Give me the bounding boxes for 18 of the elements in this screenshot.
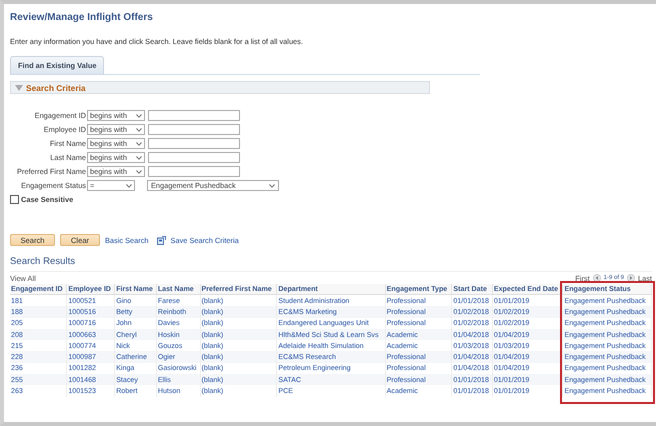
search-criteria-header[interactable]: Search Criteria — [10, 81, 430, 94]
input-field[interactable] — [148, 124, 240, 135]
dropdown-caret-icon — [136, 128, 142, 132]
dropdown-caret-icon — [136, 114, 142, 118]
dropdown-caret-icon — [136, 142, 142, 146]
page-title: Review/Manage Inflight Offers — [10, 12, 153, 23]
input-field[interactable] — [148, 138, 240, 149]
input-field[interactable] — [148, 110, 240, 121]
save-icon — [156, 236, 166, 244]
dropdown-caret-icon — [269, 184, 275, 188]
input-field[interactable] — [148, 152, 240, 163]
input-field[interactable] — [148, 166, 240, 177]
dropdown-caret-icon — [126, 184, 132, 188]
section-title: Search Results — [10, 256, 76, 267]
checkbox[interactable] — [10, 195, 19, 204]
dropdown-caret-icon — [136, 170, 142, 174]
next-icon[interactable] — [627, 274, 636, 282]
dropdown-caret-icon — [136, 156, 142, 160]
